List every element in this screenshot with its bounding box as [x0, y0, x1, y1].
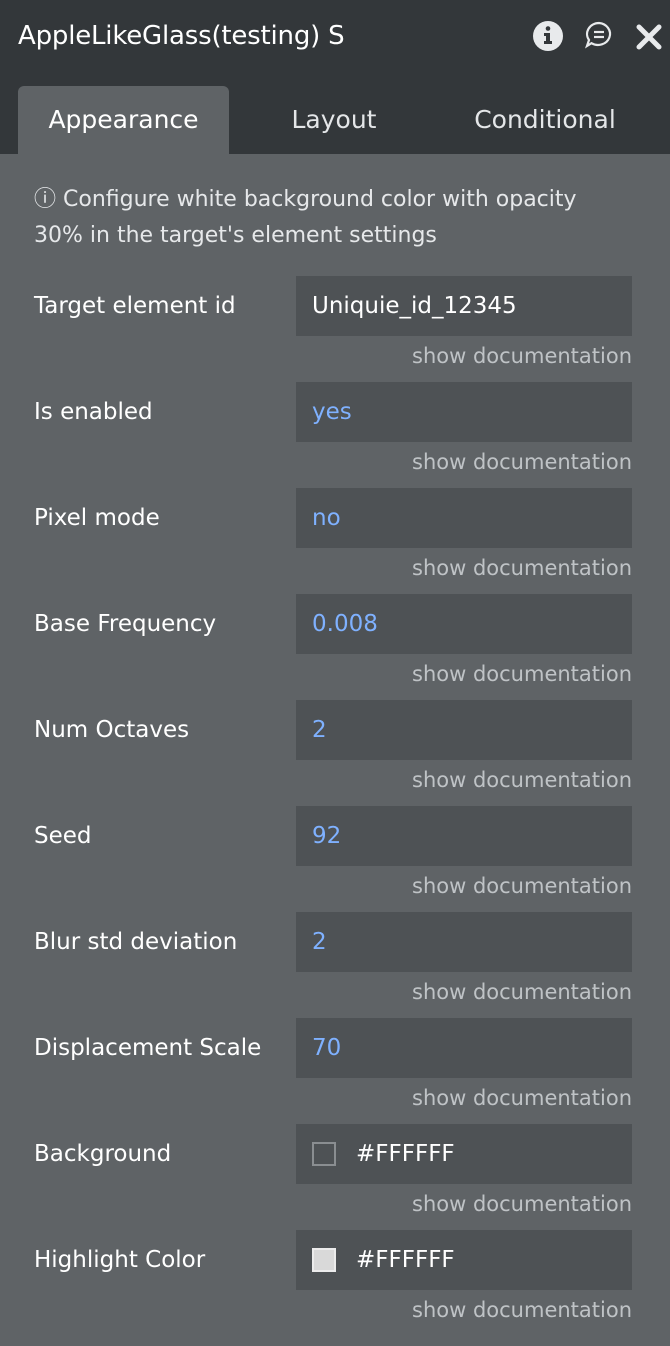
seed-input[interactable]: 92 [296, 806, 632, 866]
show-documentation-link[interactable]: show documentation [412, 1296, 632, 1324]
show-documentation-link[interactable]: show documentation [412, 1190, 632, 1218]
info-icon[interactable] [532, 20, 564, 52]
target-element-id-input[interactable]: Uniquie_id_12345 [296, 276, 632, 336]
appearance-panel: ⓘ Configure white background color with … [0, 154, 670, 1336]
show-documentation-link[interactable]: show documentation [412, 872, 632, 900]
tab-layout[interactable]: Layout [250, 86, 418, 154]
field-row-target-element-id: Target element id Uniquie_id_12345 show … [34, 276, 632, 382]
color-hex-value: #FFFFFF [356, 1141, 455, 1167]
field-row-num-octaves: Num Octaves 2 show documentation [34, 700, 632, 806]
color-swatch[interactable] [312, 1248, 336, 1272]
displacement-scale-input[interactable]: 70 [296, 1018, 632, 1078]
field-row-seed: Seed 92 show documentation [34, 806, 632, 912]
color-swatch[interactable] [312, 1142, 336, 1166]
base-frequency-input[interactable]: 0.008 [296, 594, 632, 654]
background-color-picker[interactable]: #FFFFFF [296, 1124, 632, 1184]
field-label: Is enabled [34, 399, 153, 425]
comment-icon[interactable] [584, 20, 616, 52]
tab-bar: Appearance Layout Conditional [0, 72, 670, 154]
field-label: Background [34, 1141, 172, 1167]
field-label: Target element id [34, 293, 236, 319]
field-row-background: Background #FFFFFF show documentation [34, 1124, 632, 1230]
show-documentation-link[interactable]: show documentation [412, 766, 632, 794]
field-label: Blur std deviation [34, 929, 238, 955]
field-label: Displacement Scale [34, 1035, 262, 1061]
field-row-is-enabled: Is enabled yes show documentation [34, 382, 632, 488]
show-documentation-link[interactable]: show documentation [412, 448, 632, 476]
tab-conditional[interactable]: Conditional [440, 86, 650, 154]
field-label: Pixel mode [34, 505, 160, 531]
show-documentation-link[interactable]: show documentation [412, 342, 632, 370]
pixel-mode-dropdown[interactable]: no [296, 488, 632, 548]
field-label: Base Frequency [34, 611, 217, 637]
field-row-highlight-color: Highlight Color #FFFFFF show documentati… [34, 1230, 632, 1336]
show-documentation-link[interactable]: show documentation [412, 554, 632, 582]
blur-std-deviation-input[interactable]: 2 [296, 912, 632, 972]
field-row-displacement-scale: Displacement Scale 70 show documentation [34, 1018, 632, 1124]
panel-title: AppleLikeGlass(testing) S [18, 21, 345, 51]
info-note: ⓘ Configure white background color with … [34, 187, 577, 248]
panel-header: AppleLikeGlass(testing) S [0, 0, 670, 72]
field-label: Highlight Color [34, 1247, 206, 1273]
num-octaves-input[interactable]: 2 [296, 700, 632, 760]
show-documentation-link[interactable]: show documentation [412, 1084, 632, 1112]
show-documentation-link[interactable]: show documentation [412, 660, 632, 688]
is-enabled-dropdown[interactable]: yes [296, 382, 632, 442]
field-label: Seed [34, 823, 92, 849]
field-row-pixel-mode: Pixel mode no show documentation [34, 488, 632, 594]
tab-appearance[interactable]: Appearance [18, 86, 229, 154]
field-row-blur-std-deviation: Blur std deviation 2 show documentation [34, 912, 632, 1018]
close-icon[interactable] [634, 22, 666, 54]
field-label: Num Octaves [34, 717, 190, 743]
highlight-color-picker[interactable]: #FFFFFF [296, 1230, 632, 1290]
show-documentation-link[interactable]: show documentation [412, 978, 632, 1006]
color-hex-value: #FFFFFF [356, 1247, 455, 1273]
field-row-base-frequency: Base Frequency 0.008 show documentation [34, 594, 632, 700]
